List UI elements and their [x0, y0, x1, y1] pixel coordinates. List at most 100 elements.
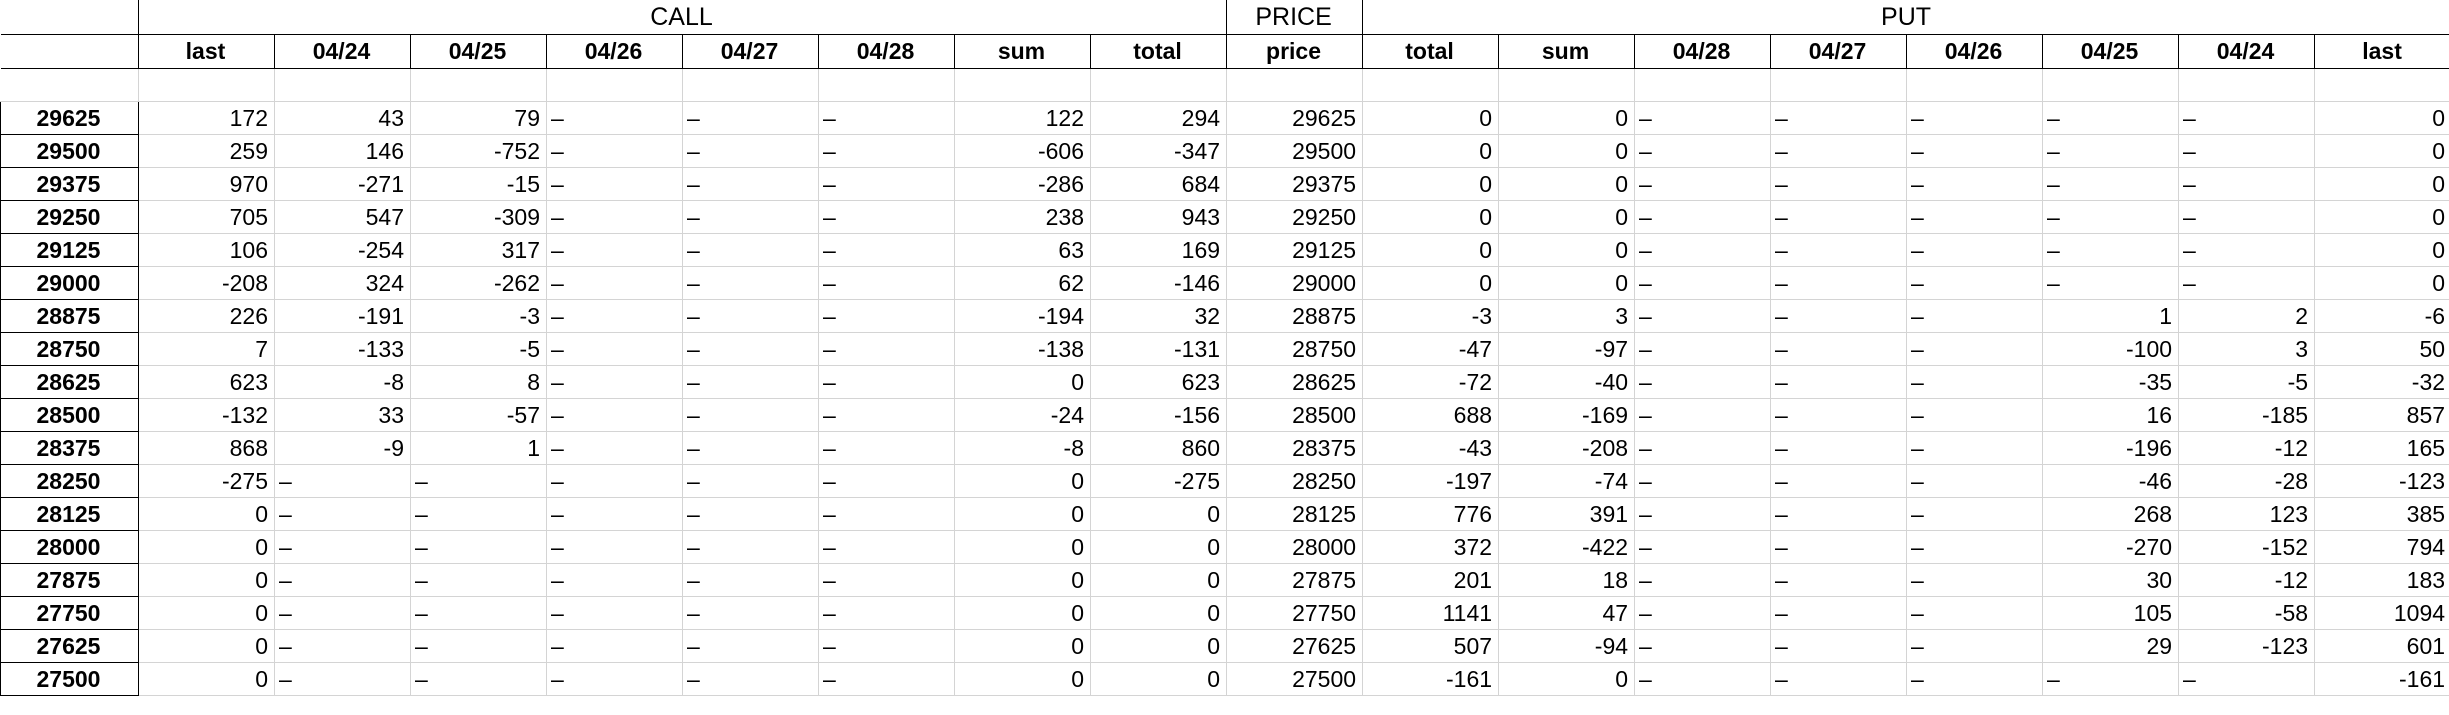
- data-cell[interactable]: 165: [2314, 431, 2449, 465]
- data-cell[interactable]: 688: [1362, 398, 1500, 432]
- data-cell[interactable]: –: [818, 431, 955, 465]
- data-cell[interactable]: –: [682, 629, 819, 663]
- data-cell[interactable]: –: [546, 266, 683, 300]
- data-cell[interactable]: 601: [2314, 629, 2449, 663]
- data-cell[interactable]: –: [1770, 464, 1908, 498]
- data-cell[interactable]: –: [274, 563, 411, 597]
- column-header[interactable]: sum: [1498, 34, 1636, 69]
- data-cell[interactable]: –: [1770, 497, 1908, 531]
- data-cell[interactable]: –: [274, 596, 411, 630]
- data-cell[interactable]: –: [1634, 299, 1772, 333]
- data-cell[interactable]: –: [1634, 200, 1772, 234]
- data-cell[interactable]: 238: [954, 200, 1091, 234]
- data-cell[interactable]: –: [818, 662, 955, 696]
- data-cell[interactable]: 0: [1498, 134, 1636, 168]
- data-cell[interactable]: –: [818, 464, 955, 498]
- empty-cell[interactable]: [2178, 68, 2316, 102]
- data-cell[interactable]: 106: [138, 233, 275, 267]
- data-cell[interactable]: –: [818, 497, 955, 531]
- corner-cell[interactable]: [0, 0, 139, 35]
- row-label[interactable]: 28625: [0, 364, 139, 399]
- column-header[interactable]: last: [2314, 34, 2449, 69]
- data-cell[interactable]: –: [682, 200, 819, 234]
- data-cell[interactable]: -8: [954, 431, 1091, 465]
- data-cell[interactable]: -3: [410, 299, 547, 333]
- data-cell[interactable]: 0: [954, 629, 1091, 663]
- data-cell[interactable]: –: [2042, 200, 2180, 234]
- column-header[interactable]: 04/27: [1770, 34, 1908, 69]
- data-cell[interactable]: –: [682, 266, 819, 300]
- data-cell[interactable]: –: [2042, 134, 2180, 168]
- data-cell[interactable]: –: [682, 662, 819, 696]
- data-cell[interactable]: –: [1634, 431, 1772, 465]
- data-cell[interactable]: –: [818, 629, 955, 663]
- column-header[interactable]: 04/27: [682, 34, 819, 69]
- data-cell[interactable]: –: [274, 497, 411, 531]
- data-cell[interactable]: 684: [1090, 167, 1228, 201]
- data-cell[interactable]: –: [1634, 662, 1772, 696]
- data-cell[interactable]: –: [818, 563, 955, 597]
- data-cell[interactable]: 32: [1090, 299, 1228, 333]
- data-cell[interactable]: 0: [1362, 101, 1500, 135]
- empty-cell[interactable]: [1090, 68, 1228, 102]
- row-label[interactable]: 29375: [0, 166, 139, 201]
- column-header[interactable]: 04/28: [1634, 34, 1772, 69]
- empty-cell[interactable]: [1498, 68, 1636, 102]
- data-cell[interactable]: 33: [274, 398, 411, 432]
- data-cell[interactable]: 794: [2314, 530, 2449, 564]
- data-cell[interactable]: -309: [410, 200, 547, 234]
- data-cell[interactable]: 0: [1362, 167, 1500, 201]
- data-cell[interactable]: –: [818, 596, 955, 630]
- data-cell[interactable]: –: [1906, 266, 2044, 300]
- data-cell[interactable]: 547: [274, 200, 411, 234]
- data-cell[interactable]: –: [1634, 497, 1772, 531]
- row-label[interactable]: 27875: [0, 562, 139, 597]
- data-cell[interactable]: –: [682, 101, 819, 135]
- data-cell[interactable]: 28500: [1226, 398, 1364, 432]
- data-cell[interactable]: -208: [1498, 431, 1636, 465]
- data-cell[interactable]: -275: [1090, 464, 1228, 498]
- data-cell[interactable]: –: [410, 530, 547, 564]
- data-cell[interactable]: –: [1906, 563, 2044, 597]
- data-cell[interactable]: 1: [2042, 299, 2180, 333]
- price-group-header[interactable]: PRICE: [1226, 0, 1364, 35]
- data-cell[interactable]: –: [410, 464, 547, 498]
- data-cell[interactable]: –: [682, 365, 819, 399]
- data-cell[interactable]: 0: [138, 596, 275, 630]
- data-cell[interactable]: –: [410, 662, 547, 696]
- data-cell[interactable]: –: [2042, 233, 2180, 267]
- data-cell[interactable]: 123: [2178, 497, 2316, 531]
- data-cell[interactable]: –: [274, 629, 411, 663]
- data-cell[interactable]: 28250: [1226, 464, 1364, 498]
- data-cell[interactable]: 0: [1498, 167, 1636, 201]
- data-cell[interactable]: -32: [2314, 365, 2449, 399]
- data-cell[interactable]: 43: [274, 101, 411, 135]
- data-cell[interactable]: 0: [1090, 563, 1228, 597]
- data-cell[interactable]: 0: [138, 629, 275, 663]
- data-cell[interactable]: 27750: [1226, 596, 1364, 630]
- data-cell[interactable]: –: [546, 200, 683, 234]
- data-cell[interactable]: -197: [1362, 464, 1500, 498]
- call-group-header[interactable]: CALL: [138, 0, 1228, 35]
- data-cell[interactable]: –: [1770, 134, 1908, 168]
- data-cell[interactable]: –: [1634, 398, 1772, 432]
- data-cell[interactable]: –: [818, 101, 955, 135]
- row-label[interactable]: 28125: [0, 496, 139, 531]
- data-cell[interactable]: –: [546, 134, 683, 168]
- data-cell[interactable]: 259: [138, 134, 275, 168]
- data-cell[interactable]: –: [1906, 233, 2044, 267]
- data-cell[interactable]: 62: [954, 266, 1091, 300]
- data-cell[interactable]: -422: [1498, 530, 1636, 564]
- data-cell[interactable]: 0: [138, 530, 275, 564]
- data-cell[interactable]: –: [2042, 266, 2180, 300]
- column-header[interactable]: 04/26: [546, 34, 683, 69]
- data-cell[interactable]: 29375: [1226, 167, 1364, 201]
- data-cell[interactable]: 0: [138, 563, 275, 597]
- data-cell[interactable]: 27500: [1226, 662, 1364, 696]
- empty-cell[interactable]: [1362, 68, 1500, 102]
- data-cell[interactable]: -606: [954, 134, 1091, 168]
- data-cell[interactable]: –: [546, 299, 683, 333]
- empty-cell[interactable]: [1770, 68, 1908, 102]
- data-cell[interactable]: -12: [2178, 431, 2316, 465]
- data-cell[interactable]: 0: [1090, 662, 1228, 696]
